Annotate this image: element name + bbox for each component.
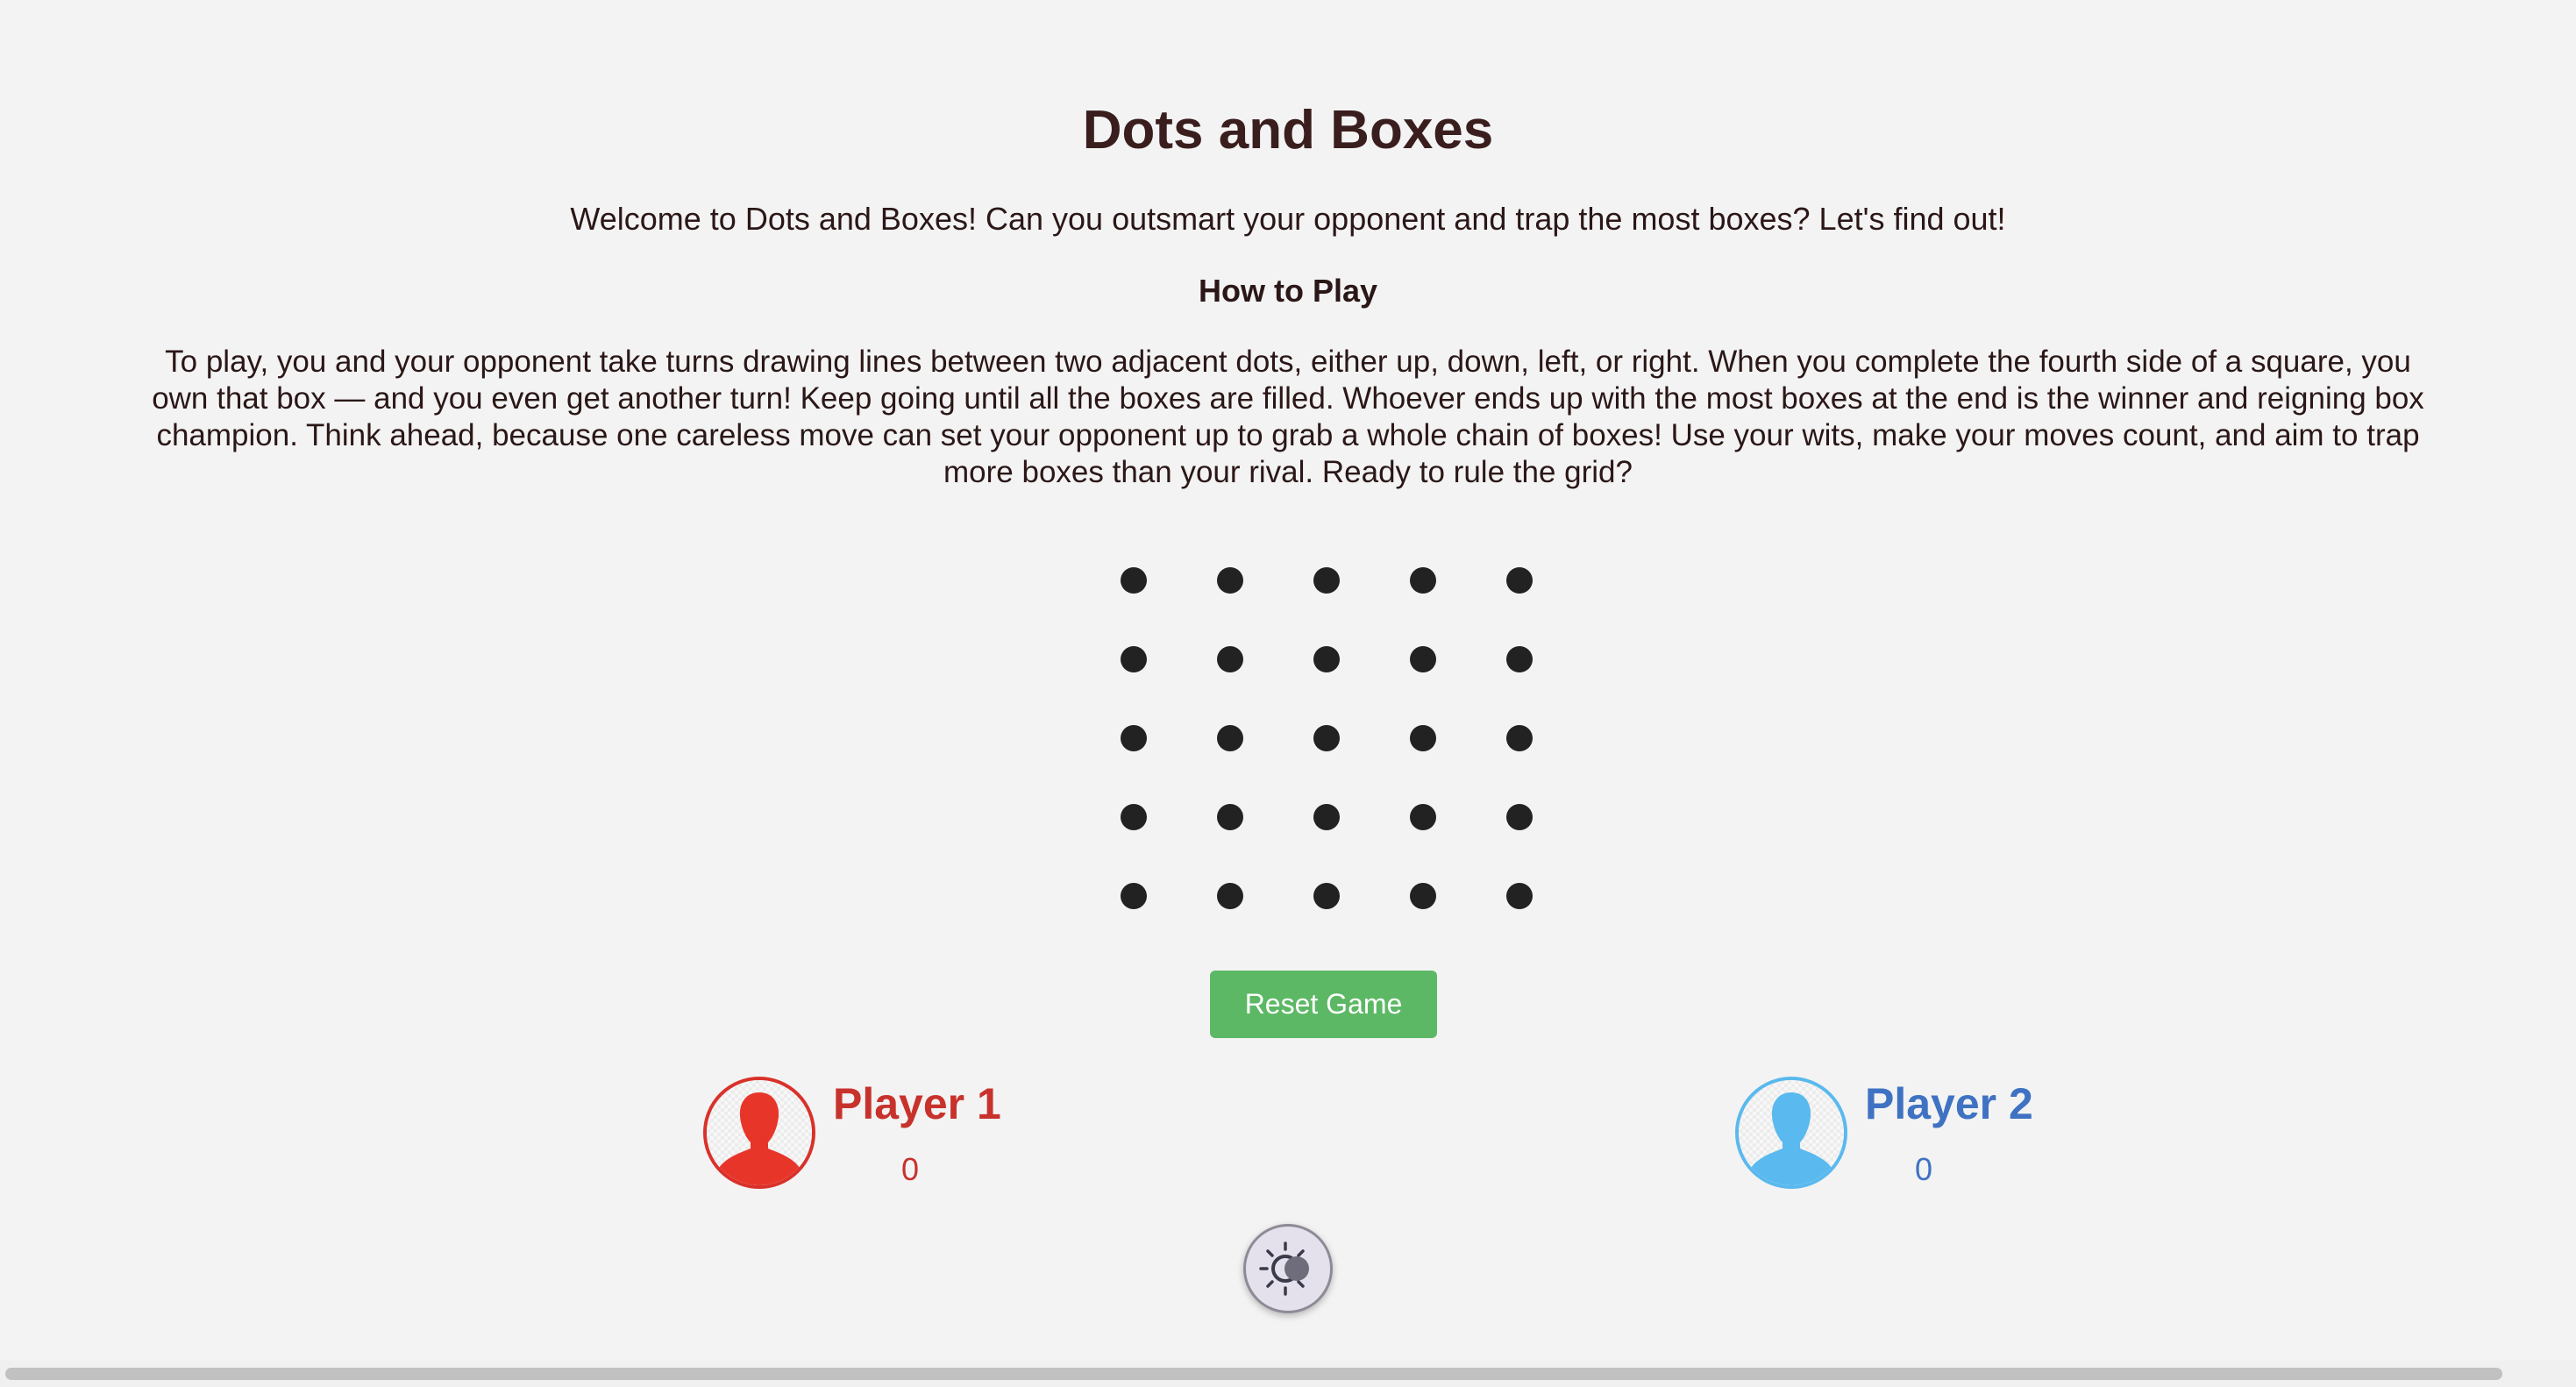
grid-dot[interactable] [1410, 883, 1436, 909]
player-2-panel: Player 2 0 [1735, 1077, 2033, 1194]
theme-toggle-button[interactable] [1243, 1224, 1333, 1313]
player-2-avatar-icon [1735, 1077, 1847, 1189]
grid-dot[interactable] [1121, 804, 1147, 830]
player-1-score: 0 [900, 1151, 920, 1187]
theme-toggle-icon [1259, 1241, 1309, 1296]
grid-dot[interactable] [1313, 804, 1340, 830]
game-page: Dots and Boxes Welcome to Dots and Boxes… [0, 0, 2576, 1387]
grid-dot[interactable] [1506, 646, 1533, 672]
grid-dot[interactable] [1506, 567, 1533, 594]
grid-dot[interactable] [1313, 646, 1340, 672]
player-2-name: Player 2 [1865, 1079, 2033, 1128]
how-to-play-heading: How to Play [1198, 273, 1378, 309]
player-1-panel: Player 1 0 [703, 1077, 1001, 1194]
grid-dot[interactable] [1217, 883, 1243, 909]
player-2-score: 0 [1914, 1151, 1933, 1187]
grid-dot[interactable] [1410, 646, 1436, 672]
grid-dot[interactable] [1217, 804, 1243, 830]
grid-dot[interactable] [1313, 567, 1340, 594]
welcome-text: Welcome to Dots and Boxes! Can you outsm… [570, 201, 2006, 237]
page-title: Dots and Boxes [1082, 100, 1494, 160]
grid-dot[interactable] [1313, 725, 1340, 751]
grid-dot[interactable] [1217, 646, 1243, 672]
grid-dot[interactable] [1217, 567, 1243, 594]
rules-text: To play, you and your opponent take turn… [152, 345, 2424, 489]
grid-dot[interactable] [1121, 883, 1147, 909]
player-1-name: Player 1 [833, 1079, 1001, 1128]
grid-dot[interactable] [1506, 804, 1533, 830]
grid-dot[interactable] [1410, 725, 1436, 751]
grid-dot[interactable] [1313, 883, 1340, 909]
player-1-avatar-icon [703, 1077, 815, 1189]
grid-dot[interactable] [1410, 804, 1436, 830]
grid-dot[interactable] [1410, 567, 1436, 594]
grid-dot[interactable] [1506, 883, 1533, 909]
reset-game-button[interactable]: Reset Game [1210, 971, 1437, 1038]
horizontal-scrollbar-thumb[interactable] [5, 1368, 2502, 1380]
grid-dot[interactable] [1121, 567, 1147, 594]
grid-dot[interactable] [1217, 725, 1243, 751]
grid-dot[interactable] [1121, 725, 1147, 751]
grid-dot[interactable] [1121, 646, 1147, 672]
grid-dot[interactable] [1506, 725, 1533, 751]
game-board[interactable] [1109, 558, 1533, 909]
